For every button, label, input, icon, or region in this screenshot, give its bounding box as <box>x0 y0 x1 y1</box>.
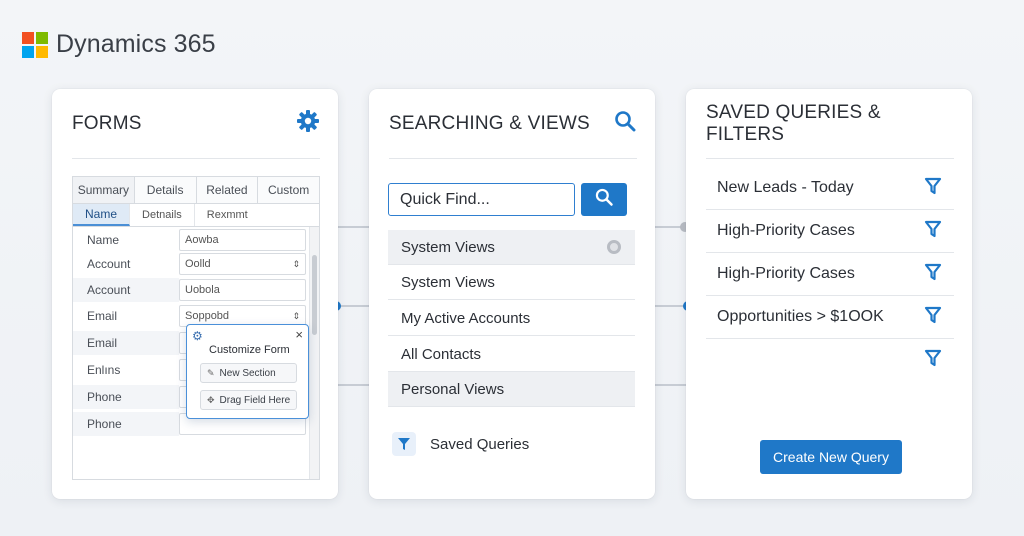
field-input[interactable]: Uobola <box>179 279 306 301</box>
tab-summary[interactable]: Summary <box>73 177 135 203</box>
subtab-name[interactable]: Name <box>73 204 131 226</box>
view-label: My Active Accounts <box>401 309 531 327</box>
filter-icon[interactable] <box>924 263 942 286</box>
forms-card: FORMS Summary Details Related Custom Nam… <box>52 89 338 499</box>
connector-line <box>338 226 370 228</box>
field-label: Email <box>87 309 118 323</box>
view-item-all-contacts[interactable]: All Contacts <box>388 337 635 372</box>
query-label: High-Priority Cases <box>717 265 855 282</box>
subtab-details[interactable]: Detnails <box>130 204 195 226</box>
filter-icon[interactable] <box>924 306 942 329</box>
view-label: System Views <box>401 273 495 291</box>
search-icon <box>594 187 614 212</box>
forms-title: FORMS <box>72 112 142 134</box>
close-icon[interactable]: × <box>295 327 303 342</box>
field-input[interactable]: Aowba <box>179 229 306 251</box>
form-scrollbar[interactable] <box>309 227 319 479</box>
brand: Dynamics 365 <box>22 30 216 59</box>
search-icon[interactable] <box>613 109 637 138</box>
forms-header: FORMS <box>72 89 320 159</box>
view-label: Personal Views <box>401 380 505 398</box>
form-row: Account Uobola <box>73 277 309 303</box>
field-label: Enlıns <box>87 363 121 377</box>
form-row: Account Oolld ⇕ <box>73 251 309 277</box>
stepper-icon[interactable]: ⇕ <box>292 259 300 270</box>
queries-title: SAVED QUERIES & FILTERS <box>706 101 881 145</box>
connector-line <box>338 305 370 307</box>
field-label: Email <box>73 331 179 355</box>
view-item-my-active-accounts[interactable]: My Active Accounts <box>388 301 635 336</box>
field-label: Phone <box>73 412 179 436</box>
filter-icon[interactable] <box>924 177 942 200</box>
view-item-personal-views[interactable]: Personal Views <box>388 372 635 407</box>
query-item[interactable]: High-Priority Cases <box>706 253 954 296</box>
search-header: SEARCHING & VIEWS <box>389 89 637 159</box>
queries-card: SAVED QUERIES & FILTERS New Leads - Toda… <box>686 89 972 499</box>
search-title: SEARCHING & VIEWS <box>389 112 590 134</box>
filter-icon[interactable] <box>924 349 942 372</box>
new-section-label: New Section <box>219 367 276 379</box>
subtab-related[interactable]: Rexmmt <box>195 204 260 226</box>
form-row: Name Aowba <box>73 227 309 253</box>
form-tabs: Summary Details Related Custom <box>72 176 320 203</box>
view-item-system-views[interactable]: System Views <box>388 230 635 265</box>
field-value: Aowba <box>185 234 219 246</box>
brand-name: Dynamics 365 <box>56 30 216 58</box>
field-input[interactable]: Oolld ⇕ <box>179 253 306 275</box>
search-button[interactable] <box>581 183 627 216</box>
query-item[interactable]: High-Priority Cases <box>706 210 954 253</box>
saved-queries-label: Saved Queries <box>430 435 530 453</box>
field-value: Soppobd <box>185 310 230 322</box>
tab-related[interactable]: Related <box>197 177 259 203</box>
customize-icon: ⚙ <box>192 329 203 343</box>
saved-queries-link[interactable]: Saved Queries <box>392 432 529 456</box>
queries-header: SAVED QUERIES & FILTERS <box>706 89 954 159</box>
form-subtabs: Name Detnails Rexmmt <box>72 203 320 227</box>
popup-title: Customize Form <box>209 344 290 356</box>
quick-find-input[interactable]: Quick Find... <box>388 183 575 216</box>
field-value: Oolld <box>185 258 211 270</box>
new-section-button[interactable]: ✎ New Section <box>200 363 297 383</box>
tab-details[interactable]: Details <box>135 177 197 203</box>
field-label: Name <box>87 233 120 247</box>
connector-line <box>654 384 686 386</box>
field-label: Phone <box>73 385 179 409</box>
query-item[interactable] <box>706 339 954 382</box>
filter-icon <box>392 432 416 456</box>
drag-field-button[interactable]: ✥ Drag Field Here <box>200 390 297 410</box>
query-item[interactable]: New Leads - Today <box>706 167 954 210</box>
view-item-system-views[interactable]: System Views <box>388 265 635 300</box>
microsoft-logo-icon <box>22 31 48 58</box>
connector-line <box>338 384 370 386</box>
connector-line <box>654 305 686 307</box>
query-label: New Leads - Today <box>717 179 854 196</box>
pencil-icon: ✎ <box>207 367 215 378</box>
field-label: Account <box>87 257 131 271</box>
create-new-query-button[interactable]: Create New Query <box>760 440 902 474</box>
tab-custom[interactable]: Custom <box>258 177 319 203</box>
drag-handle-icon: ✥ <box>207 394 215 405</box>
query-label: Opportunities > $1OOK <box>717 308 884 325</box>
search-card: SEARCHING & VIEWS Quick Find... System V… <box>369 89 655 499</box>
radio-icon[interactable] <box>607 240 621 254</box>
view-label: All Contacts <box>401 345 482 363</box>
filter-icon[interactable] <box>924 220 942 243</box>
customize-form-popup: ⚙ × Customize Form ✎ New Section ✥ Drag … <box>186 324 309 419</box>
field-label: Account <box>73 278 179 302</box>
stepper-icon[interactable]: ⇕ <box>292 311 300 322</box>
gear-icon[interactable] <box>296 109 320 138</box>
scroll-thumb[interactable] <box>312 255 317 335</box>
query-label: High-Priority Cases <box>717 222 855 239</box>
field-value: Uobola <box>185 284 220 296</box>
view-label: System Views <box>401 238 495 256</box>
drag-field-label: Drag Field Here <box>219 394 291 406</box>
query-item[interactable]: Opportunities > $1OOK <box>706 296 954 339</box>
